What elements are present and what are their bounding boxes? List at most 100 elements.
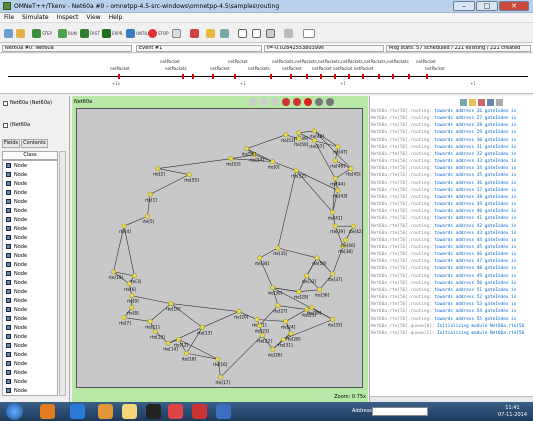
node-list[interactable]: Node Node Node Node Node Node Node Node Node Node… <box>2 160 58 396</box>
pen-button[interactable] <box>284 26 293 40</box>
node-list-item[interactable]: Node <box>3 179 57 188</box>
node-list-item[interactable]: Node <box>3 170 57 179</box>
router-node[interactable] <box>152 329 158 334</box>
record-button[interactable] <box>190 26 199 40</box>
router-node[interactable] <box>288 330 294 336</box>
zoom-out-icon[interactable] <box>326 98 334 106</box>
router-node[interactable] <box>244 146 249 152</box>
taskbar-app-icon[interactable] <box>70 404 85 419</box>
taskbar-app-icon[interactable] <box>168 404 183 419</box>
menu-inspect[interactable]: Inspect <box>57 14 79 21</box>
step-button[interactable]: STEP <box>32 26 52 40</box>
node-list-item[interactable]: Node <box>3 215 57 224</box>
timeline-event-mark[interactable] <box>408 74 410 79</box>
tree-button[interactable] <box>206 26 215 40</box>
taskbar-app-icon[interactable] <box>216 404 231 419</box>
router-node[interactable] <box>332 223 338 229</box>
router-node[interactable] <box>332 158 338 164</box>
relayout-icon[interactable] <box>293 98 301 106</box>
node-list-item[interactable]: Node <box>3 386 57 395</box>
router-node[interactable] <box>199 325 205 330</box>
tab-contents[interactable]: Contents <box>21 139 48 148</box>
node-list-item[interactable]: Node <box>3 188 57 197</box>
taskbar-app-icon[interactable] <box>98 404 113 419</box>
node-list-item[interactable]: Node <box>3 296 57 305</box>
router-node[interactable] <box>343 237 349 243</box>
maximize-button[interactable]: □ <box>476 1 498 11</box>
router-node[interactable] <box>165 340 171 346</box>
rebuild-button[interactable] <box>16 26 25 40</box>
router-node[interactable] <box>335 144 341 150</box>
node-list-item[interactable]: Node <box>3 260 57 269</box>
router-node[interactable] <box>257 323 263 328</box>
find-icon[interactable] <box>469 98 476 106</box>
router-node[interactable] <box>348 166 354 171</box>
router-node[interactable] <box>330 271 336 277</box>
timeline-event-mark[interactable] <box>234 74 236 79</box>
forward-icon[interactable] <box>260 98 268 106</box>
timeline-event-mark[interactable] <box>334 74 336 79</box>
timeline-event-mark[interactable] <box>290 74 292 79</box>
router-node[interactable] <box>351 223 356 229</box>
save-icon[interactable] <box>478 98 485 106</box>
log-options-icon[interactable] <box>496 98 503 106</box>
node-list-item[interactable]: Node <box>3 287 57 296</box>
inspected-object[interactable]: (Net60a <box>3 122 30 128</box>
router-node[interactable] <box>129 293 135 299</box>
stop-button[interactable]: STOP <box>148 26 169 40</box>
node-list-item[interactable]: Node <box>3 206 57 215</box>
menu-simulate[interactable]: Simulate <box>22 14 49 21</box>
router-node[interactable] <box>309 305 315 310</box>
express-button[interactable]: EXPR. <box>102 26 124 40</box>
router-node[interactable] <box>257 255 263 261</box>
up-icon[interactable] <box>271 98 279 106</box>
zoom-in-icon[interactable] <box>315 98 323 106</box>
node-list-item[interactable]: Node <box>3 377 57 386</box>
node-list-item[interactable]: Node <box>3 278 57 287</box>
node-list-item[interactable]: Node <box>3 332 57 341</box>
timeline-event-mark[interactable] <box>320 74 322 79</box>
router-node[interactable] <box>330 209 336 215</box>
expand-icon[interactable] <box>3 100 8 106</box>
router-node[interactable] <box>283 132 289 138</box>
router-node[interactable] <box>121 223 127 229</box>
router-node[interactable] <box>176 336 182 342</box>
router-node[interactable] <box>215 356 221 362</box>
node-list-item[interactable]: Node <box>3 233 57 242</box>
router-node[interactable] <box>147 319 153 324</box>
tree-root-net60a[interactable]: Net60a (Net60a) <box>3 100 52 106</box>
router-node[interactable] <box>296 130 302 136</box>
tab-fields[interactable]: Fields <box>2 139 21 148</box>
router-node[interactable] <box>275 245 281 251</box>
node-list-item[interactable]: Node <box>3 242 57 251</box>
node-list-item[interactable]: Node <box>3 161 57 170</box>
router-node[interactable] <box>186 172 192 177</box>
stop-layout-icon[interactable] <box>304 98 312 106</box>
node-list-item[interactable]: Node <box>3 251 57 260</box>
until-button[interactable]: UNTIL <box>126 26 148 40</box>
node-list-item[interactable]: Node <box>3 368 57 377</box>
copy-icon[interactable] <box>460 98 467 106</box>
router-node[interactable] <box>304 273 310 279</box>
timeline-event-mark[interactable] <box>362 74 364 79</box>
taskbar-app-icon[interactable] <box>146 404 161 419</box>
router-node[interactable] <box>293 168 299 173</box>
close-button[interactable]: ✕ <box>499 1 529 11</box>
log-view-button[interactable] <box>238 26 247 40</box>
event-timeline[interactable]: netPacket netPacket netPacket netPackets… <box>0 54 533 94</box>
router-node[interactable] <box>126 281 132 287</box>
router-node[interactable] <box>280 336 286 342</box>
menu-help[interactable]: Help <box>109 14 123 21</box>
router-node[interactable] <box>312 138 317 144</box>
menu-file[interactable]: File <box>4 14 14 21</box>
timeline-event-mark[interactable] <box>182 74 184 79</box>
router-node[interactable] <box>184 350 189 356</box>
speed-slider[interactable] <box>302 26 316 40</box>
router-node[interactable] <box>132 273 137 279</box>
timeline-event-mark[interactable] <box>192 74 194 79</box>
router-node[interactable] <box>129 305 135 310</box>
split-view-button[interactable] <box>252 26 261 40</box>
node-list-item[interactable]: Node <box>3 323 57 332</box>
router-node[interactable] <box>147 191 153 197</box>
taskbar-app-icon[interactable] <box>40 404 55 419</box>
